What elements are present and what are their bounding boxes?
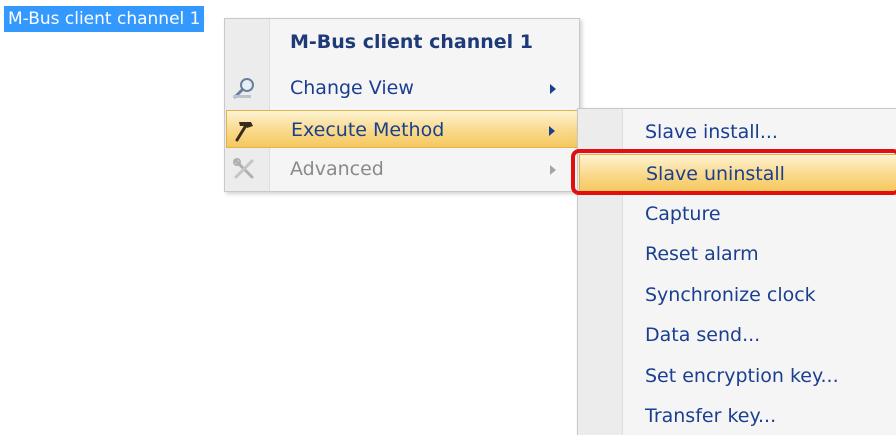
magnifier-icon — [233, 78, 254, 99]
menu-item-set-encryption-key[interactable]: Set encryption key... — [579, 357, 896, 395]
menu-item-label: Set encryption key... — [645, 365, 839, 387]
menu-item-slave-uninstall[interactable]: Slave uninstall — [579, 154, 896, 192]
tools-icon — [233, 158, 254, 179]
menu-item-label: Data send... — [645, 324, 761, 346]
menu-item-label: Advanced — [290, 158, 384, 180]
menu-item-reset-alarm[interactable]: Reset alarm — [579, 235, 896, 273]
submenu-arrow-icon — [550, 84, 556, 94]
menu-item-capture[interactable]: Capture — [579, 195, 896, 233]
execute-method-submenu: Slave install... Slave uninstall Capture… — [577, 108, 896, 435]
menu-item-synchronize-clock[interactable]: Synchronize clock — [579, 276, 896, 314]
menu-item-change-view[interactable]: Change View — [226, 69, 578, 107]
menu-item-label: Slave uninstall — [646, 163, 785, 185]
menu-item-label: Execute Method — [291, 119, 445, 141]
menu-item-label: Change View — [290, 77, 414, 99]
menu-item-label: Slave install... — [645, 121, 778, 143]
menu-item-label: Transfer key... — [645, 405, 777, 427]
menu-item-data-send[interactable]: Data send... — [579, 316, 896, 354]
context-menu-header: M-Bus client channel 1 — [290, 31, 534, 53]
menu-item-slave-install[interactable]: Slave install... — [579, 113, 896, 151]
menu-item-label: Synchronize clock — [645, 284, 816, 306]
menu-item-advanced[interactable]: Advanced — [226, 150, 578, 188]
menu-item-label: Capture — [645, 203, 721, 225]
menu-item-transfer-key[interactable]: Transfer key... — [579, 397, 896, 435]
hammer-icon — [235, 122, 253, 142]
tree-item-mbus-client-channel-1[interactable]: M-Bus client channel 1 — [4, 6, 205, 32]
submenu-arrow-icon — [549, 126, 555, 136]
context-menu: M-Bus client channel 1 Change View Execu… — [224, 18, 580, 192]
menu-item-label: Reset alarm — [645, 243, 759, 265]
menu-item-execute-method[interactable]: Execute Method — [226, 110, 578, 148]
submenu-arrow-icon — [550, 165, 556, 175]
